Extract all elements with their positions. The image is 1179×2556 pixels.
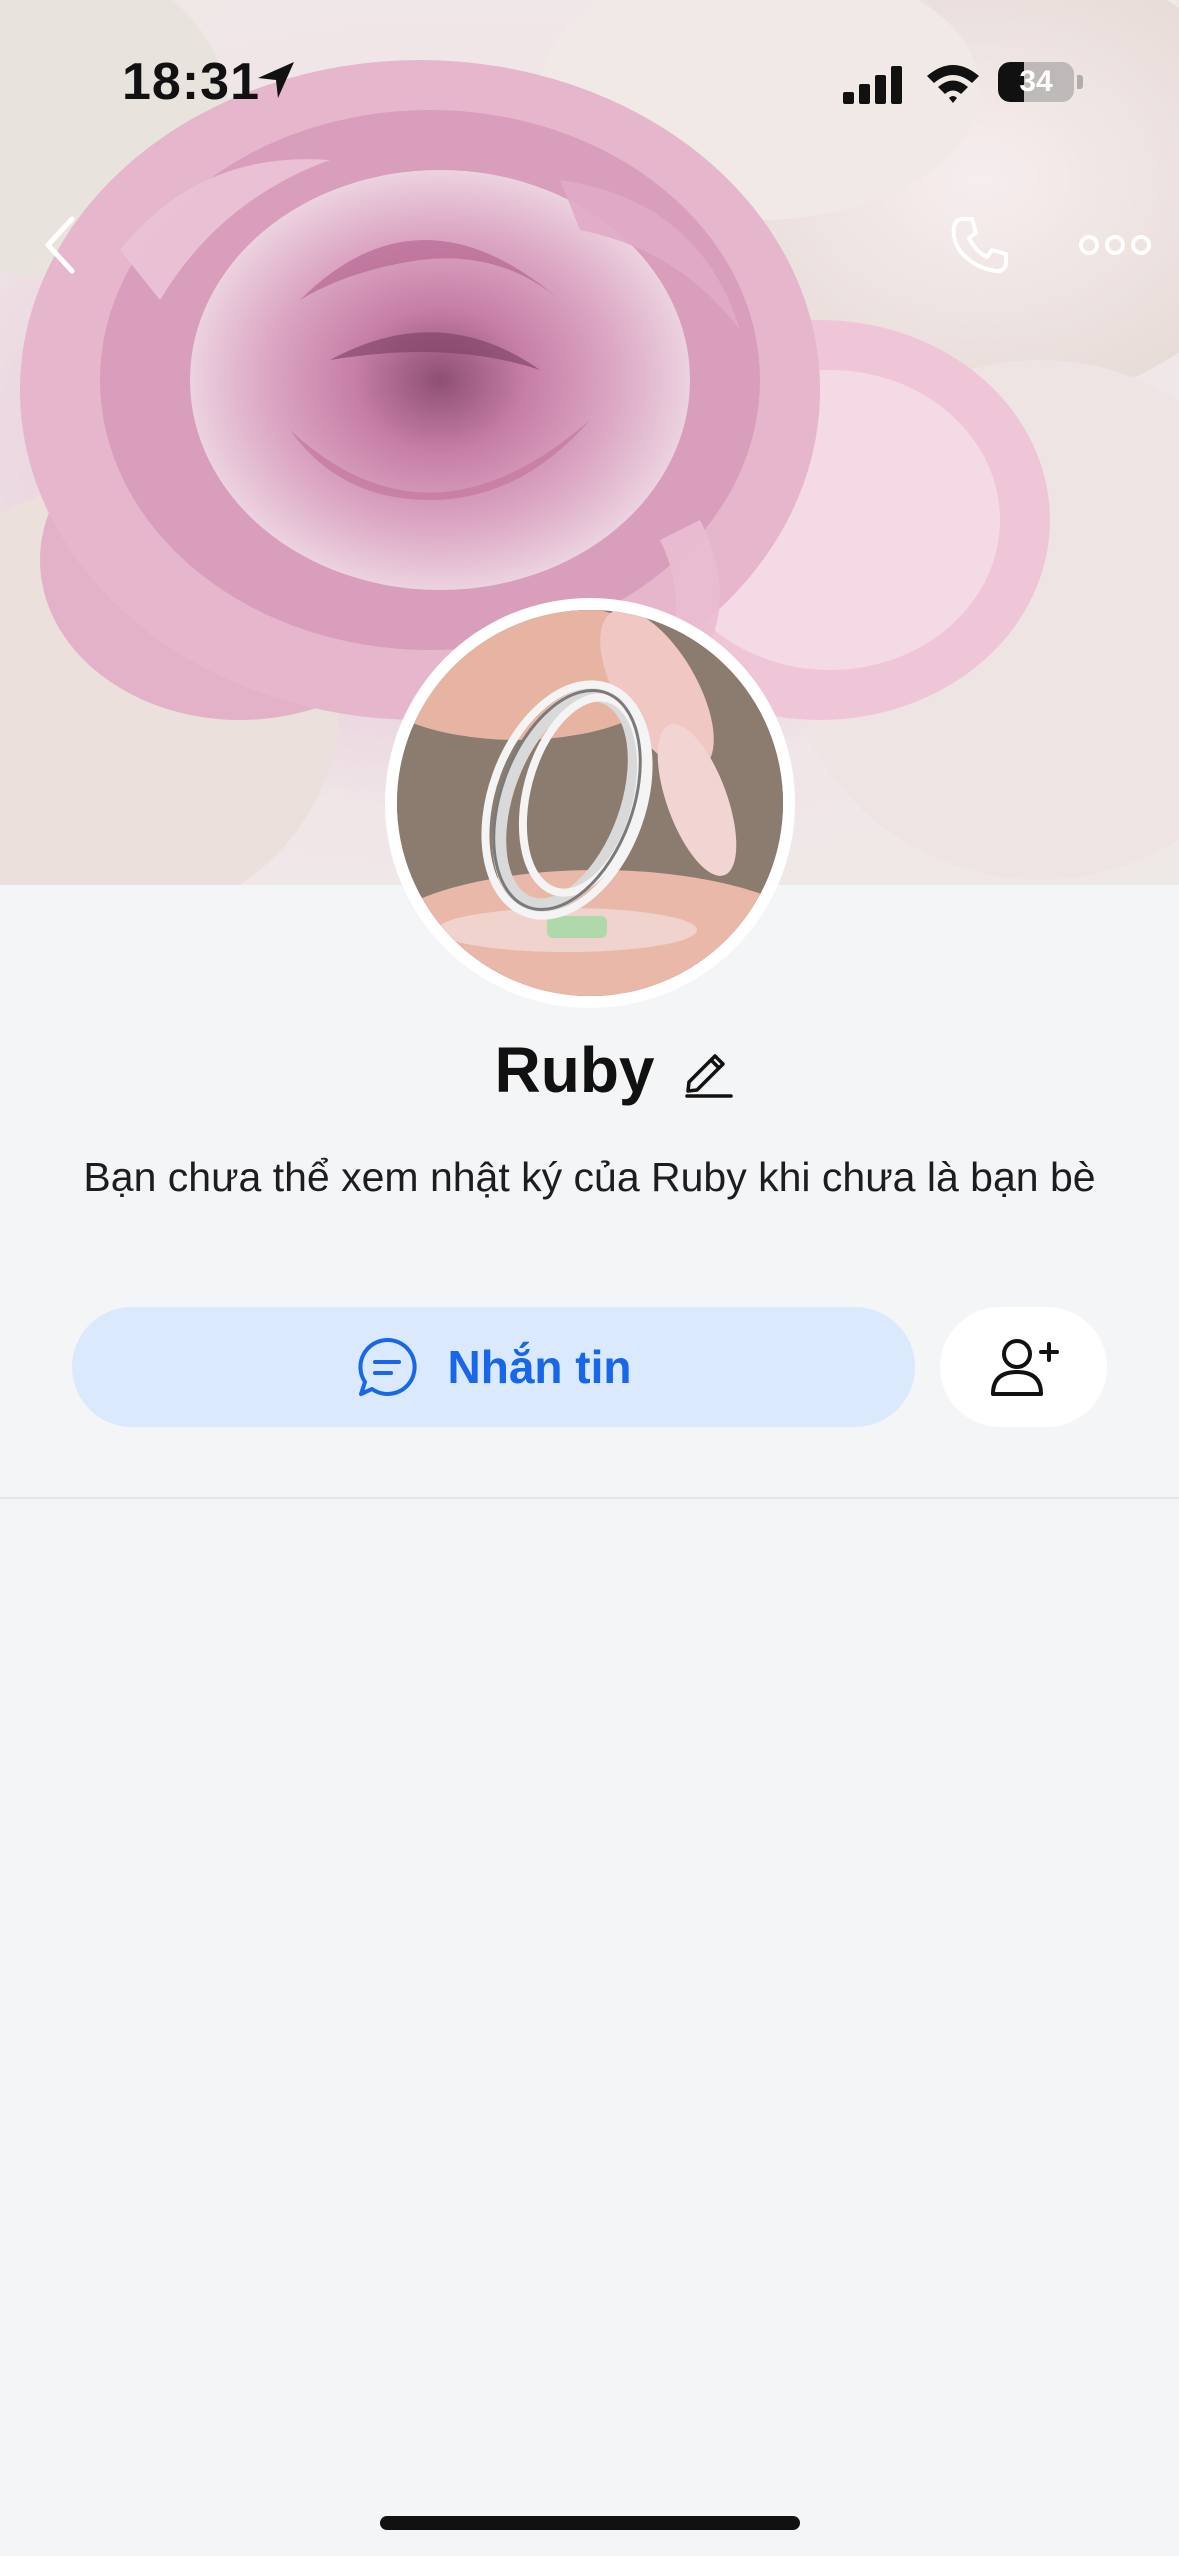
add-friend-button[interactable] [940, 1307, 1107, 1427]
call-button[interactable] [945, 205, 1015, 285]
battery-icon: 34 [998, 62, 1074, 102]
avatar-photo [397, 610, 783, 996]
wifi-icon [925, 62, 981, 109]
ring-photo [397, 610, 783, 996]
avatar[interactable] [385, 598, 795, 1008]
battery-percent: 34 [1019, 65, 1053, 98]
profile-screen: 18:31 34 Ruby Bạn chưa thể xem nhật ký c… [0, 0, 1179, 2556]
battery-cap [1077, 75, 1083, 89]
status-bar: 18:31 34 [0, 0, 1179, 150]
status-time: 18:31 [122, 53, 260, 111]
more-options-button[interactable] [1075, 215, 1155, 275]
home-indicator[interactable] [380, 2516, 800, 2530]
chevron-left-icon [45, 216, 75, 274]
phone-icon [951, 217, 1008, 274]
message-button[interactable]: Nhắn tin [72, 1307, 915, 1427]
profile-name: Ruby [494, 1034, 655, 1106]
back-button[interactable] [30, 200, 90, 290]
section-divider [0, 1497, 1179, 1499]
chat-bubble-icon [357, 1337, 417, 1396]
pencil-icon[interactable] [679, 1042, 735, 1098]
name-row: Ruby [0, 1030, 1179, 1110]
location-arrow-icon [256, 60, 296, 105]
more-horizontal-icon [1079, 235, 1151, 255]
add-user-icon [990, 1339, 1059, 1396]
message-button-label: Nhắn tin [447, 1341, 632, 1393]
cellular-signal-icon [843, 66, 905, 109]
privacy-notice: Bạn chưa thể xem nhật ký của Ruby khi ch… [83, 1154, 1096, 1200]
